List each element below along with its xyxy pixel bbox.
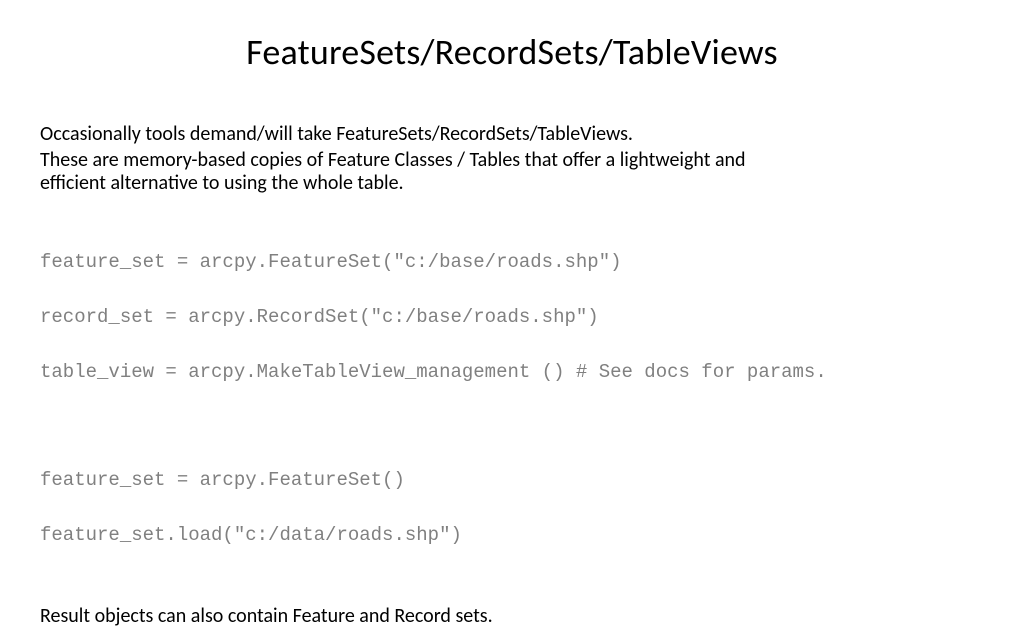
paragraph-2-line2: efficient alternative to using the whole… (40, 172, 984, 195)
paragraph-1: Occasionally tools demand/will take Feat… (40, 122, 984, 147)
code-line: record_set = arcpy.RecordSet("c:/base/ro… (40, 304, 984, 332)
slide-title: FeatureSets/RecordSets/TableViews (40, 30, 984, 74)
code-block-1: feature_set = arcpy.FeatureSet("c:/base/… (40, 221, 984, 414)
code-line: feature_set = arcpy.FeatureSet("c:/base/… (40, 249, 984, 277)
code-line: table_view = arcpy.MakeTableView_managem… (40, 359, 984, 387)
code-line: feature_set.load("c:/data/roads.shp") (40, 522, 984, 550)
paragraph-2-line1: These are memory-based copies of Feature… (40, 149, 984, 172)
code-line: feature_set = arcpy.FeatureSet() (40, 467, 984, 495)
closing-paragraph: Result objects can also contain Feature … (40, 604, 984, 629)
code-block-2: feature_set = arcpy.FeatureSet() feature… (40, 440, 984, 578)
